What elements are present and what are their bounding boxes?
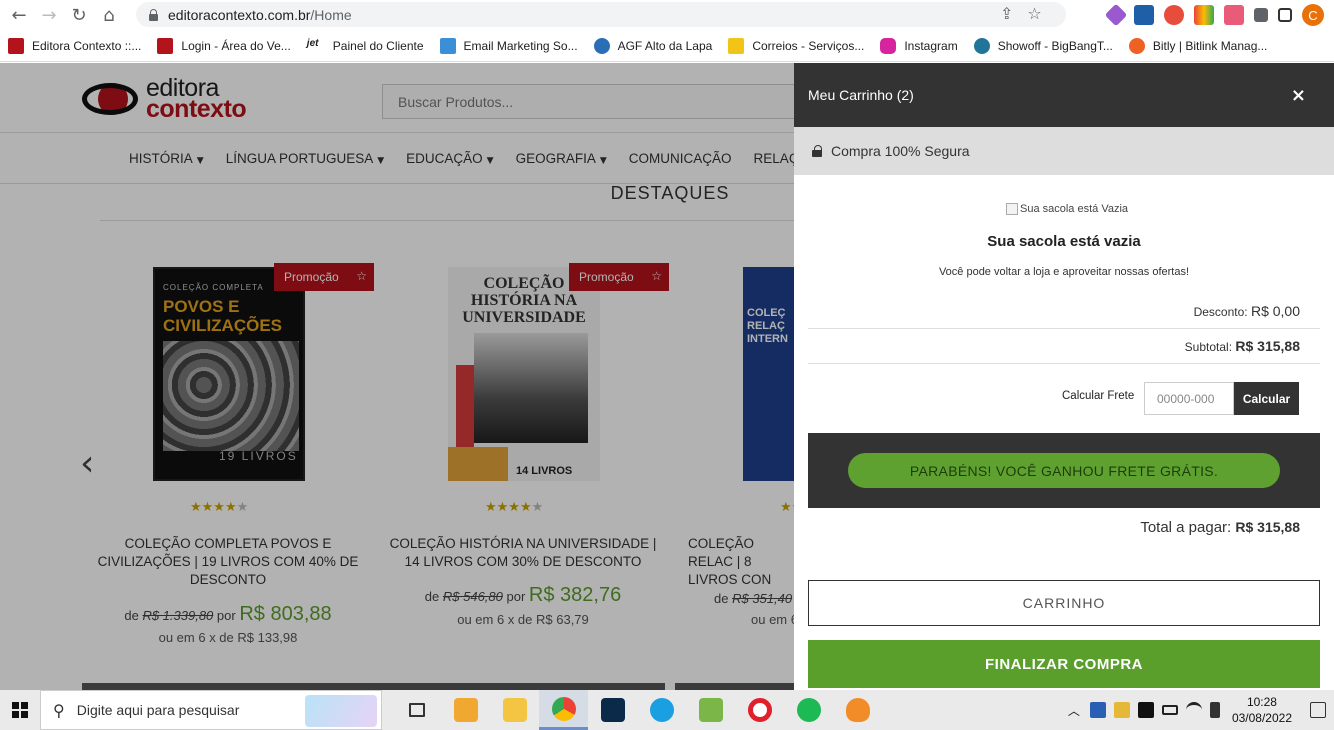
app-flame-icon[interactable] <box>833 690 882 730</box>
calculate-shipping-button[interactable]: Calcular <box>1234 382 1299 415</box>
chrome-icon[interactable] <box>539 690 588 730</box>
share-icon[interactable]: ⇪ <box>1000 4 1013 23</box>
bookmark-showoff[interactable]: Showoff - BigBangT... <box>973 37 1113 54</box>
empty-cart-subtitle: Você pode voltar a loja e aproveitar nos… <box>938 266 1190 278</box>
lock-icon <box>148 8 158 21</box>
extension-icon[interactable] <box>1164 5 1184 25</box>
checkout-button[interactable]: FINALIZAR COMPRA <box>808 640 1320 688</box>
puzzle-icon[interactable] <box>1254 8 1268 22</box>
free-shipping-banner: PARABÉNS! VOCÊ GANHOU FRETE GRÁTIS. <box>808 433 1320 508</box>
jet-logo-icon: jet <box>306 37 319 49</box>
tray-app-icon[interactable] <box>1089 702 1106 718</box>
browser-toolbar: ← → ↻ ⌂ editoracontexto.com.br/Home ⇪ ☆ … <box>0 0 1334 30</box>
bookmark-correios[interactable]: Correios - Serviços... <box>728 37 864 54</box>
task-view-icon[interactable] <box>392 690 441 730</box>
tray-app-icon[interactable] <box>1113 702 1130 718</box>
free-shipping-message: PARABÉNS! VOCÊ GANHOU FRETE GRÁTIS. <box>848 453 1280 488</box>
forward-arrow-icon[interactable]: → <box>38 4 60 26</box>
url-bar[interactable]: editoracontexto.com.br/Home <box>136 2 1066 27</box>
bookmark-painel-cliente[interactable]: jet Painel do Cliente <box>307 38 424 54</box>
opera-icon[interactable] <box>735 690 784 730</box>
windows-logo-icon <box>12 702 28 718</box>
clock[interactable]: 10:28 03/08/2022 <box>1232 694 1292 726</box>
reload-icon[interactable]: ↻ <box>68 4 90 26</box>
view-cart-button[interactable]: CARRINHO <box>808 580 1320 626</box>
globe-icon <box>593 37 610 54</box>
subtotal-row: Subtotal: R$ 315,88 <box>1184 338 1300 354</box>
bookmark-favicon-icon <box>157 37 174 54</box>
extension-icon[interactable] <box>1194 5 1214 25</box>
extension-icon[interactable] <box>1104 3 1128 27</box>
home-icon[interactable]: ⌂ <box>98 4 120 26</box>
shipping-label: Calcular Frete <box>1062 390 1135 402</box>
bookmark-favicon-icon <box>8 37 24 54</box>
bookmark-instagram[interactable]: Instagram <box>880 37 958 54</box>
bookmark-editora-contexto[interactable]: Editora Contexto ::... <box>8 37 141 54</box>
cep-input[interactable]: 00000-000 <box>1144 382 1234 415</box>
cart-header: Meu Carrinho (2) <box>794 63 1334 127</box>
taskbar-search[interactable]: ⚲ Digite aqui para pesquisar <box>40 690 382 730</box>
spotify-icon[interactable] <box>784 690 833 730</box>
bookmark-star-icon[interactable]: ☆ <box>1027 4 1041 23</box>
search-icon: ⚲ <box>53 700 65 720</box>
wordpress-icon <box>973 37 990 54</box>
cart-drawer: Meu Carrinho (2) × Compra 100% Segura Su… <box>794 63 1334 690</box>
profile-avatar[interactable]: C <box>1302 4 1324 26</box>
app-green-icon[interactable] <box>686 690 735 730</box>
bookmarks-bar: Editora Contexto ::... Login - Área do V… <box>0 30 1334 62</box>
bookmark-email-marketing[interactable]: Email Marketing So... <box>439 37 578 54</box>
volume-icon[interactable] <box>1209 702 1220 718</box>
battery-icon[interactable] <box>1161 705 1178 715</box>
extension-icon[interactable] <box>1134 5 1154 25</box>
broken-image-icon <box>1006 203 1018 215</box>
photoshop-icon[interactable] <box>588 690 637 730</box>
sidebar-icon[interactable] <box>1278 8 1292 22</box>
lock-icon <box>812 145 822 157</box>
taskbar: ⚲ Digite aqui para pesquisar ︿ 10:28 03/0… <box>0 690 1334 730</box>
bookmark-bitly[interactable]: Bitly | Bitlink Manag... <box>1128 37 1267 54</box>
discount-row: Desconto: R$ 0,00 <box>1193 303 1300 319</box>
extension-icon[interactable] <box>1224 5 1244 25</box>
bookmark-favicon-icon <box>439 37 456 54</box>
modal-backdrop[interactable] <box>0 63 794 690</box>
outlook-icon[interactable] <box>441 690 490 730</box>
wifi-icon[interactable] <box>1185 702 1202 718</box>
divider <box>808 328 1320 329</box>
notification-icon[interactable] <box>1310 702 1326 718</box>
total-row: Total a pagar: R$ 315,88 <box>1140 519 1300 536</box>
cart-title: Meu Carrinho (2) <box>808 87 914 103</box>
skype-icon[interactable] <box>637 690 686 730</box>
start-button[interactable] <box>0 690 40 730</box>
back-arrow-icon[interactable]: ← <box>8 4 30 26</box>
correios-icon <box>728 37 745 54</box>
search-highlight-image <box>305 695 377 727</box>
url-path: /Home <box>310 6 352 23</box>
bitly-icon <box>1128 37 1145 54</box>
url-domain: editoracontexto.com.br <box>168 6 311 23</box>
secure-purchase-bar: Compra 100% Segura <box>794 127 1334 175</box>
bookmark-login[interactable]: Login - Área do Ve... <box>157 37 291 54</box>
empty-bag-image: Sua sacola está Vazia <box>1006 203 1128 215</box>
tray-app-icon[interactable] <box>1137 702 1154 718</box>
file-explorer-icon[interactable] <box>490 690 539 730</box>
system-tray: ︿ 10:28 03/08/2022 <box>1068 690 1334 730</box>
divider <box>808 363 1320 364</box>
empty-cart-title: Sua sacola está vazia <box>987 233 1141 250</box>
close-icon[interactable]: × <box>1291 85 1306 106</box>
chevron-up-icon[interactable]: ︿ <box>1068 702 1080 719</box>
instagram-icon <box>880 37 897 54</box>
bookmark-agf[interactable]: AGF Alto da Lapa <box>593 37 712 54</box>
